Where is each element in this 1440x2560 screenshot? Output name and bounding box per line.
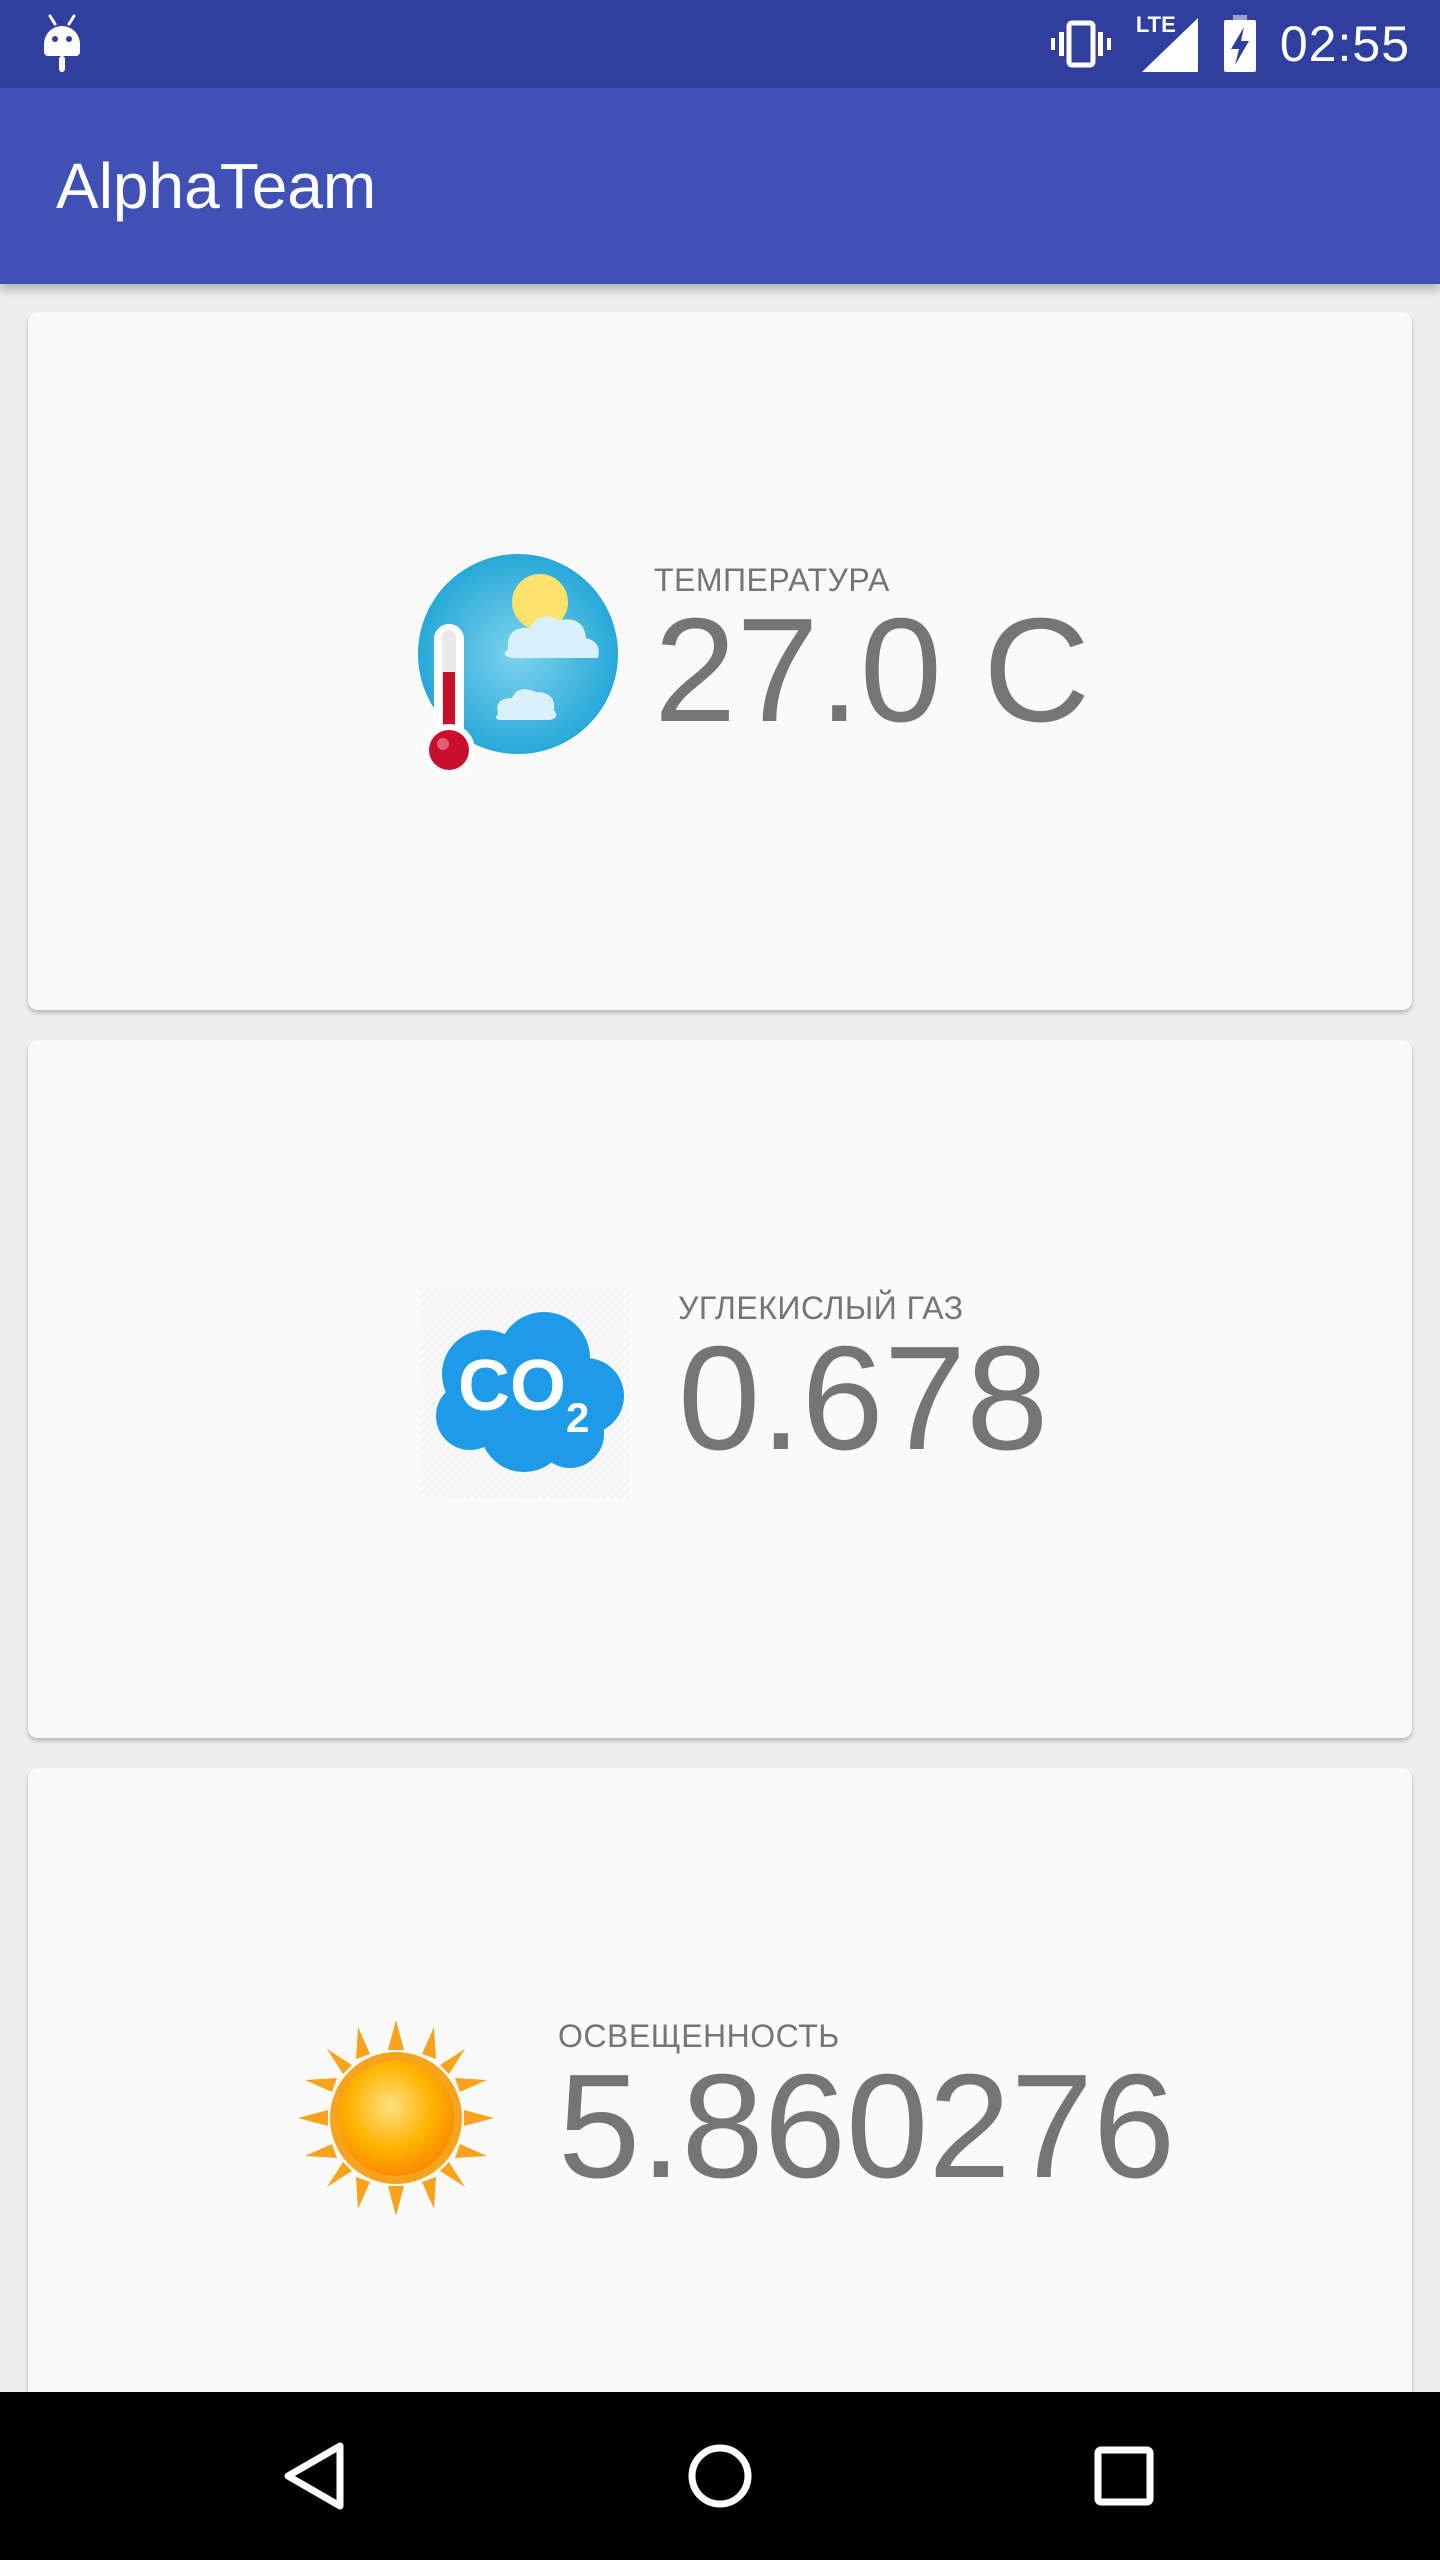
status-time: 02:55: [1279, 16, 1410, 72]
battery-charging-icon: [1223, 15, 1256, 72]
sensor-list[interactable]: ТЕМПЕРАТУРА 27.0 C CO2 УГЛЕКИСЛЫЙ ГАЗ 0.…: [0, 284, 1440, 2392]
app-bar: AlphaTeam: [0, 88, 1440, 284]
illuminance-readout: ОСВЕЩЕННОСТЬ 5.860276: [558, 2016, 1175, 2202]
co2-cloud-icon: CO2: [420, 1288, 630, 1498]
temperature-value: 27.0 C: [654, 588, 1091, 753]
status-bar: LTE 02:55: [0, 0, 1440, 88]
co2-icon-subscript: 2: [566, 1394, 590, 1441]
android-debug-icon: [44, 14, 80, 72]
vibrate-icon: [1050, 20, 1111, 68]
home-button[interactable]: [680, 2436, 760, 2516]
temperature-readout: ТЕМПЕРАТУРА 27.0 C: [654, 560, 1090, 746]
status-icons: LTE 02:55: [1050, 0, 1410, 88]
co2-icon-text: CO: [458, 1346, 566, 1426]
app-title: AlphaTeam: [56, 150, 377, 222]
recents-button[interactable]: [1084, 2436, 1164, 2516]
navigation-bar: [0, 2392, 1440, 2560]
signal-icon: LTE: [1134, 12, 1200, 74]
sun-icon: [298, 2020, 494, 2216]
co2-readout: УГЛЕКИСЛЫЙ ГАЗ 0.678: [678, 1288, 1048, 1474]
illuminance-card[interactable]: ОСВЕЩЕННОСТЬ 5.860276: [28, 1768, 1412, 2392]
co2-card[interactable]: CO2 УГЛЕКИСЛЫЙ ГАЗ 0.678: [28, 1040, 1412, 1738]
illuminance-value: 5.860276: [558, 2044, 1176, 2209]
temperature-card[interactable]: ТЕМПЕРАТУРА 27.0 C: [28, 312, 1412, 1010]
back-button[interactable]: [276, 2436, 356, 2516]
thermometer-weather-icon: [418, 554, 618, 776]
co2-value: 0.678: [678, 1316, 1049, 1481]
